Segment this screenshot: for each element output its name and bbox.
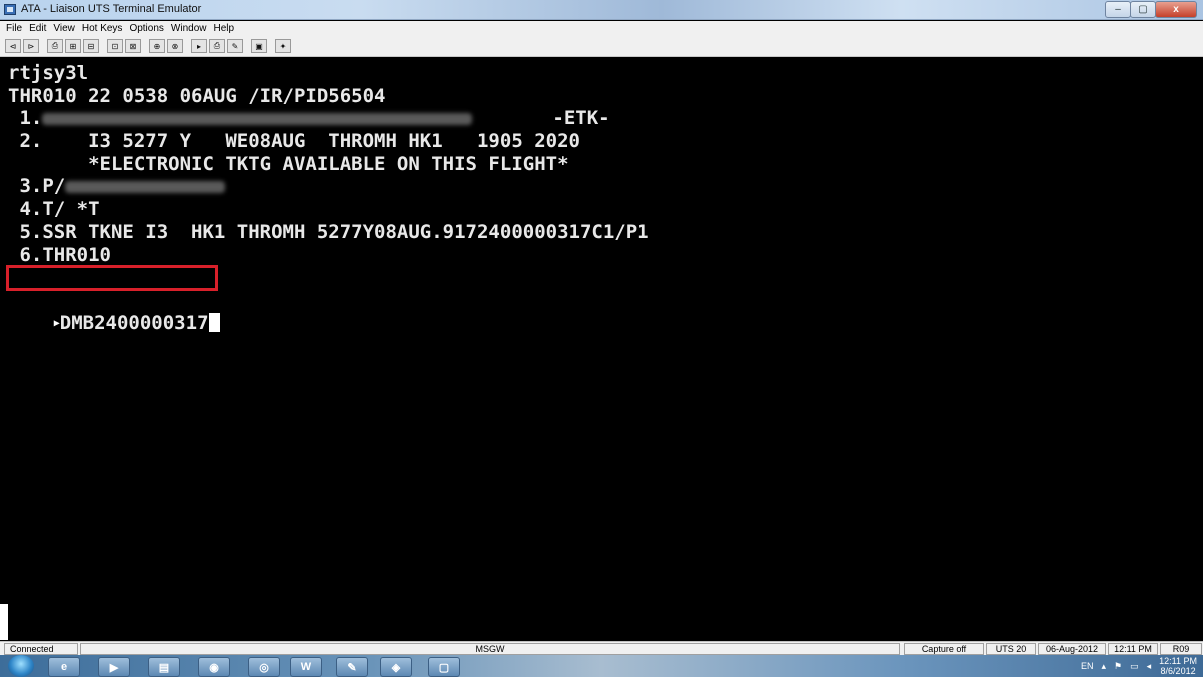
redacted-passenger-name [42, 112, 473, 125]
status-host: MSGW [80, 643, 900, 655]
clock-time: 12:11 PM [1159, 656, 1197, 666]
system-tray: EN ▴ ⚑ ▭ ◂ 12:11 PM 8/6/2012 [1073, 655, 1197, 677]
etk-label: -ETK- [552, 107, 610, 130]
terminal-line-6: 4.T/ *T [8, 198, 100, 221]
globe-icon[interactable]: ◈ [380, 657, 412, 677]
menu-options[interactable]: Options [129, 23, 163, 34]
status-capture: Capture off [904, 643, 984, 655]
left-edge-marker [0, 604, 8, 640]
terminal-line-1: THR010 22 0538 06AUG /IR/PID56504 [8, 84, 386, 107]
menu-edit[interactable]: Edit [29, 23, 46, 34]
back-icon[interactable]: ⊲ [5, 39, 21, 53]
terminal-line-0: rtjsy3l [8, 62, 89, 84]
clock-date: 8/6/2012 [1160, 666, 1196, 676]
terminal-line-3: 2. I3 5277 Y WE08AUG THROMH HK1 1905 202… [8, 130, 580, 153]
menu-window[interactable]: Window [171, 23, 207, 34]
word-icon[interactable]: W [290, 657, 322, 677]
terminal-line-5: 3.P/ [8, 175, 1203, 198]
menu-help[interactable]: Help [213, 23, 234, 34]
toolbar: ⊲ ⊳ ⎙ ⊞ ⊟ ⊡ ⊠ ⊕ ⊗ ▸ ⎙ ✎ ▣ ✦ [0, 36, 1203, 57]
keys-icon[interactable]: ⊠ [125, 39, 141, 53]
minimize-button[interactable]: – [1105, 1, 1131, 18]
maximize-button[interactable]: ▢ [1130, 1, 1156, 18]
connect-icon[interactable]: ⊞ [65, 39, 81, 53]
language-indicator[interactable]: EN [1081, 661, 1094, 671]
status-position: R09 C14 [1160, 643, 1202, 664]
status-bar: Connected MSGW Capture off UTS 20 06-Aug… [0, 641, 1203, 664]
redacted-phone [65, 180, 226, 193]
title-bar[interactable]: ATA - Liaison UTS Terminal Emulator – ▢ … [0, 0, 1203, 20]
explorer-icon[interactable]: ▤ [148, 657, 180, 677]
quill-icon[interactable]: ✎ [336, 657, 368, 677]
firefox-icon[interactable]: ◉ [198, 657, 230, 677]
forward-icon[interactable]: ⊳ [23, 39, 39, 53]
window-title: ATA - Liaison UTS Terminal Emulator [21, 3, 202, 15]
menu-view[interactable]: View [53, 23, 75, 34]
line-2-prefix: 1. [8, 107, 43, 130]
clock[interactable]: 12:11 PM 8/6/2012 [1159, 656, 1197, 676]
terminal-app-icon[interactable]: ▢ [428, 657, 460, 677]
screen-icon[interactable]: ▣ [251, 39, 267, 53]
paste-icon[interactable]: ⊗ [167, 39, 183, 53]
red-highlight-box [6, 265, 218, 292]
run-icon[interactable]: ▸ [191, 39, 207, 53]
status-time: 12:11 PM [1108, 643, 1158, 655]
tray-expand-icon[interactable]: ▴ [1101, 661, 1106, 672]
volume-icon[interactable]: ◂ [1147, 661, 1152, 672]
print-screen-icon[interactable]: ⎙ [209, 39, 225, 53]
status-date: 06-Aug-2012 [1038, 643, 1106, 655]
chrome-icon[interactable]: ◎ [248, 657, 280, 677]
menu-bar: File Edit View Hot Keys Options Window H… [0, 21, 1203, 36]
network-icon[interactable]: ▭ [1130, 661, 1139, 672]
terminal-line-7: 5.SSR TKNE I3 HK1 THROMH 5277Y08AUG.9172… [8, 220, 649, 243]
command-input[interactable]: DMB2400000317 [60, 312, 209, 334]
media-player-icon[interactable]: ▶ [98, 657, 130, 677]
text-cursor [208, 312, 220, 332]
print-icon[interactable]: ⎙ [47, 39, 63, 53]
status-uts: UTS 20 [986, 643, 1036, 655]
app-icon[interactable] [4, 4, 16, 15]
edit-icon[interactable]: ✎ [227, 39, 243, 53]
start-button[interactable] [8, 655, 34, 677]
terminal-line-8: 6.THR010 [8, 243, 111, 266]
disconnect-icon[interactable]: ⊟ [83, 39, 99, 53]
menu-hot-keys[interactable]: Hot Keys [82, 23, 123, 34]
ie-icon[interactable]: e [48, 657, 80, 677]
session-icon[interactable]: ⊡ [107, 39, 123, 53]
terminal-line-4: *ELECTRONIC TKTG AVAILABLE ON THIS FLIGH… [8, 152, 569, 175]
copy-icon[interactable]: ⊕ [149, 39, 165, 53]
help-icon[interactable]: ✦ [275, 39, 291, 53]
flag-icon[interactable]: ⚑ [1114, 661, 1122, 672]
window-controls: – ▢ x [1105, 1, 1197, 18]
status-connection: Connected [4, 643, 78, 655]
menu-file[interactable]: File [6, 23, 22, 34]
command-line[interactable]: ▶DMB2400000317 [6, 265, 1203, 334]
line-5-prefix: 3.P/ [8, 175, 66, 198]
terminal-screen[interactable]: rtjsy3l THR010 22 0538 06AUG /IR/PID5650… [0, 58, 1203, 640]
close-button[interactable]: x [1155, 1, 1197, 18]
taskbar: e ▶ ▤ ◉ ◎ W ✎ ◈ ▢ EN ▴ ⚑ ▭ ◂ 12:11 PM 8/… [0, 655, 1203, 677]
terminal-line-2: 1. -ETK- [8, 107, 1203, 130]
